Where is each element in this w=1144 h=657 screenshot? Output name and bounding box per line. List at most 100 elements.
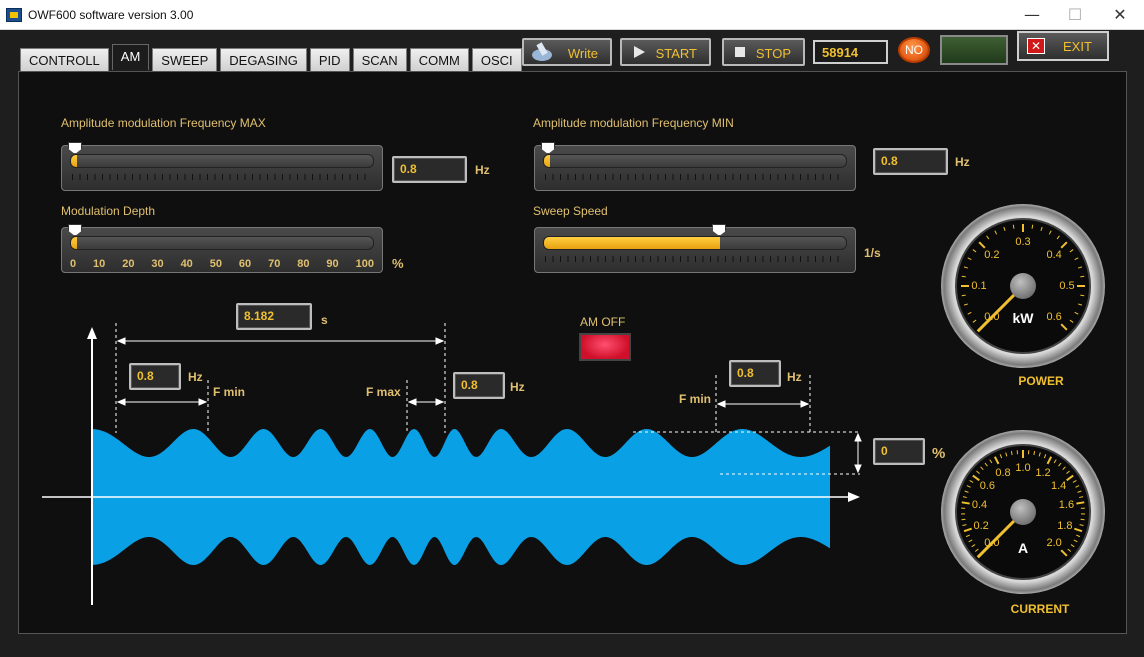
tab-comm[interactable]: COMM [409,48,469,72]
fmin-right-field[interactable]: 0.8 [729,360,781,387]
power-gauge: kW 0.0 0.1 0.2 0.3 0.4 0.5 0.6 [941,204,1105,368]
slider-thumb[interactable] [68,142,82,154]
stop-button[interactable]: STOP [722,38,805,66]
slider-track [543,154,847,168]
gauge-tick-label: 2.0 [1046,537,1062,550]
gauge-tick-label: 1.6 [1058,499,1075,512]
maximize-button[interactable]: ☐ [1055,4,1095,26]
scale-label: 70 [268,258,281,270]
gauge-tick-label: 1.0 [1015,462,1031,474]
exit-button[interactable]: ✕ EXIT [1017,31,1109,61]
window-title: OWF600 software version 3.00 [28,8,194,22]
scale-label: 30 [151,258,164,270]
mod-depth-scale: 0 10 20 30 40 50 60 70 80 90 100 [70,258,374,270]
fmax-unit: Hz [510,380,525,394]
write-button[interactable]: Write [522,38,612,66]
scale-label: 10 [93,258,106,270]
tab-bar: CONTROLL AM SWEEP DEGASING PID SCAN COMM… [20,44,525,72]
mod-depth-slider[interactable]: 0 10 20 30 40 50 60 70 80 90 100 [61,224,383,273]
tab-am[interactable]: AM [111,44,150,70]
power-title: POWER [1018,374,1064,388]
start-label: START [655,46,697,61]
counter-display: 58914 [813,40,888,64]
tab-pid[interactable]: PID [309,48,350,72]
sweep-speed-label: Sweep Speed [533,204,608,218]
am-freq-min-field[interactable]: 0.8 [873,148,948,175]
am-freq-min-slider[interactable] [534,142,856,191]
sweep-speed-unit: 1/s [864,246,881,260]
sweep-speed-slider[interactable] [534,224,856,273]
gauge-tick-label: 0.3 [1015,236,1031,248]
slider-fill [544,237,721,249]
slider-track [543,236,847,250]
tab-sweep[interactable]: SWEEP [152,48,218,72]
slider-track [70,154,374,168]
gauge-tick-label: 0.5 [1059,280,1075,292]
gauge-tick-label: 1.2 [1035,466,1051,479]
y-axis-arrow [87,327,97,339]
am-freq-max-unit: Hz [475,163,490,177]
write-icon [532,42,552,61]
x-axis-arrow [848,492,860,502]
scale-label: 20 [122,258,135,270]
fmin-right-label: F min [679,392,711,406]
close-window-button[interactable]: ✕ [1100,4,1140,26]
gauge-hub [1010,499,1036,525]
gauge-tick-label: 0.6 [1046,311,1062,324]
slider-fill [71,155,77,167]
scale-label: 80 [297,258,310,270]
am-freq-min-unit: Hz [955,155,970,169]
app-icon [6,8,22,22]
slider-thumb[interactable] [712,224,727,236]
fmax-field[interactable]: 0.8 [453,372,505,399]
gauge-tick-label: 0.8 [995,466,1011,479]
fmin-left-unit: Hz [188,370,203,384]
current-gauge: A 0.0 0.2 0.4 0.6 0.8 1.0 1.2 1.4 1.6 1.8 2.0 [941,430,1105,594]
tab-scan[interactable]: SCAN [352,48,407,72]
scale-label: 60 [238,258,252,270]
scale-label: 50 [209,258,222,270]
slider-ticks [545,174,845,180]
tab-degasing[interactable]: DEGASING [220,48,307,72]
current-title: CURRENT [1010,602,1070,616]
scale-label: 40 [180,258,193,270]
tab-osci[interactable]: OSCI [471,48,522,72]
am-freq-min-label: Amplitude modulation Frequency MIN [533,116,734,130]
depth-field[interactable]: 0 [873,438,925,465]
am-freq-max-field[interactable]: 0.8 [392,156,467,183]
no-indicator: NO [898,37,930,63]
write-label: Write [567,46,598,61]
play-icon [634,46,645,58]
slider-thumb[interactable] [68,224,82,236]
exit-x-icon: ✕ [1027,38,1045,54]
gauge-tick-label: 0.4 [1046,248,1062,261]
gauge-tick-label: 0.6 [979,480,996,493]
scale-label: 90 [326,258,339,270]
period-field[interactable]: 8.182 [236,303,312,330]
gauge-tick-label: 0.0 [984,311,1000,324]
slider-ticks [72,174,372,180]
am-freq-max-slider[interactable] [61,142,383,191]
mod-depth-label: Modulation Depth [61,204,156,218]
slider-ticks [545,256,845,262]
start-button[interactable]: START [620,38,711,66]
scale-label: 100 [355,258,374,270]
scale-label: 0 [70,258,77,270]
gauge-tick-label: 1.4 [1050,480,1067,493]
gauge-tick-label: 0.0 [984,537,1000,550]
slider-fill [71,237,77,249]
window-titlebar: OWF600 software version 3.00 — ☐ ✕ [0,0,1144,30]
slider-fill [544,155,550,167]
fmax-label: F max [366,385,401,399]
fmin-right-unit: Hz [787,370,802,384]
am-waveform-diagram [42,323,862,605]
tab-controll[interactable]: CONTROLL [20,48,109,72]
waveform-lower [92,497,830,565]
slider-thumb[interactable] [541,142,555,154]
status-led [940,35,1008,65]
minimize-button[interactable]: — [1012,4,1052,26]
period-unit: s [321,313,328,327]
gauge-tick-label: 0.4 [971,499,988,512]
fmin-left-field[interactable]: 0.8 [129,363,181,390]
gauge-tick-label: 0.1 [971,280,987,292]
